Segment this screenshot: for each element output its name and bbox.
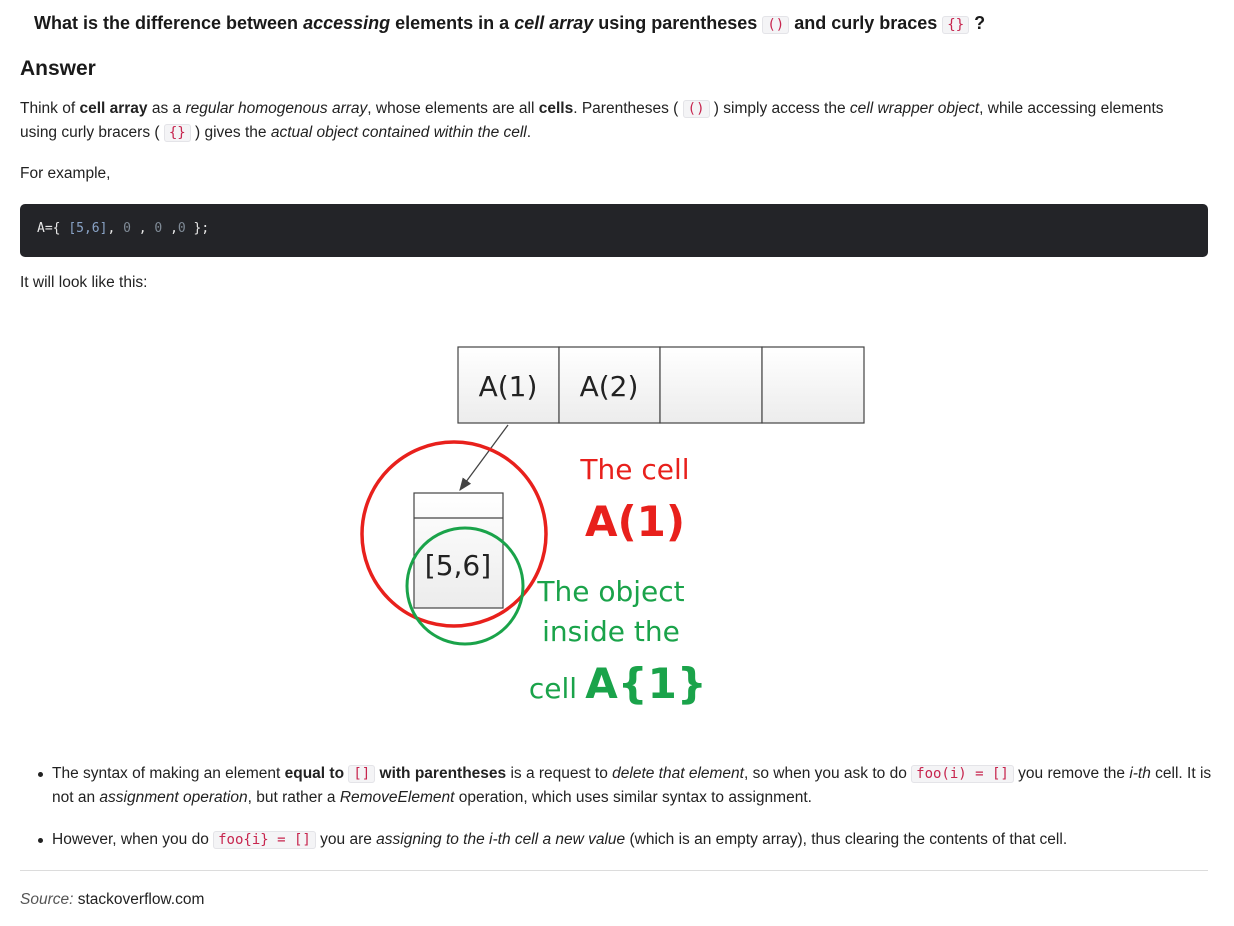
code-token: , [162,221,178,236]
inline-code-parentheses: () [682,100,710,118]
text: The syntax of making an element [52,765,285,782]
look-like-text: It will look like this: [20,274,148,291]
text: However, when you do [52,831,214,848]
italic-text: regular homogenous array [185,100,368,117]
text: you are [315,831,377,848]
italic-text: delete that element [612,765,744,782]
question-text: and curly braces [789,13,943,33]
bold-text: cell array [79,100,148,117]
green-label-cell: cell [529,672,577,705]
array-cell-3 [659,346,763,424]
question-text: What is the difference between [34,13,304,33]
question-emphasis: accessing [303,13,391,33]
code-line: A={ [5,6], 0 , 0 ,0 }; [37,221,209,236]
for-example-text: For example, [20,165,111,182]
inline-code: foo(i) = [] [911,765,1014,783]
text: . [526,124,532,141]
question-title: What is the difference between accessing… [34,13,985,34]
italic-text: cell wrapper object [849,100,980,117]
code-token: }; [185,221,210,236]
text: ) simply access the [709,100,850,117]
answer-paragraph: Think of cell array as a regular homogen… [20,97,1200,145]
bold-text: cells [538,100,574,117]
list-item: The syntax of making an element equal to… [20,762,1220,810]
cell-label-a1: A(1) [479,370,538,403]
code-token: , [107,221,124,236]
green-label-a-brace-1: A{1} [585,659,707,708]
code-token: 0 [177,221,186,236]
divider [20,870,1208,871]
inner-value: [5,6] [425,549,491,582]
text: , but rather a [247,789,340,806]
code-token: [5,6] [68,221,108,236]
text: ) gives the [190,124,271,141]
inline-code: [] [348,765,376,783]
answer-heading: Answer [20,57,96,80]
array-cell-4 [761,346,865,424]
italic-text: assignment operation [99,789,248,806]
source-line: Source: stackoverflow.com [20,891,204,909]
question-emphasis: cell array [514,13,594,33]
source-link[interactable]: stackoverflow.com [78,891,205,908]
text: , so when you ask to do [743,765,912,782]
italic-text: RemoveElement [339,789,455,806]
code-token: , [130,221,155,236]
question-text: elements in a [390,13,515,33]
question-text: using parentheses [593,13,763,33]
text: , whose elements are all [367,100,539,117]
text: operation, which uses similar syntax to … [454,789,812,806]
italic-text: actual object contained within the cell [270,124,527,141]
green-label-inside: inside the [542,615,680,648]
inline-code-braces: {} [163,124,191,142]
bold-text: with parentheses [375,765,507,782]
italic-text: assigning to the i-th cell a new value [376,831,626,848]
inline-code-braces: {} [942,16,970,34]
cell-label-a2: A(2) [580,370,639,403]
cell-array-diagram: A(1) A(2) [5,6] The cell A(1) The object… [360,346,865,708]
code-token: A={ [37,221,69,236]
source-label: Source: [20,891,74,908]
text: Think of [20,100,80,117]
text: (which is an empty array), thus clearing… [625,831,1068,848]
code-token: 0 [123,221,131,236]
text: . Parentheses ( [573,100,683,117]
green-label-object: The object [536,575,684,608]
inline-code-parentheses: () [762,16,790,34]
question-text: ? [969,13,986,33]
inline-code: foo{i} = [] [213,831,316,849]
text: you remove the [1013,765,1130,782]
text: is a request to [506,765,613,782]
code-block[interactable]: A={ [5,6], 0 , 0 ,0 }; [20,204,1208,257]
red-label-a1: A(1) [585,497,685,546]
list-item: However, when you do foo{i} = [] you are… [20,828,1220,852]
bullet-list: The syntax of making an element equal to… [20,762,1220,870]
italic-text: i-th [1129,765,1151,782]
text: as a [147,100,186,117]
arrow [459,424,509,492]
red-label-the-cell: The cell [579,453,689,486]
bold-text: equal to [284,765,349,782]
